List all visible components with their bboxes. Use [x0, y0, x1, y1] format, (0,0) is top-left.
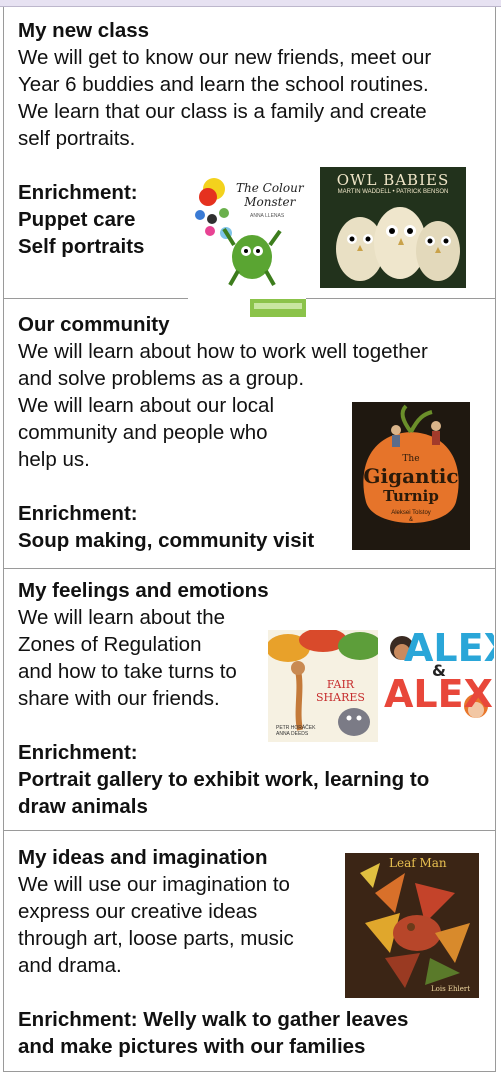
section-title: Our community: [18, 313, 170, 336]
enrichment-line: draw animals: [18, 795, 148, 818]
enrichment-line: Enrichment:: [18, 741, 138, 764]
description-line: We will get to know our new friends, mee…: [18, 46, 432, 69]
section-my-new-class: My new class We will get to know our new…: [3, 7, 496, 317]
book-title-line: FAIR: [326, 678, 355, 691]
fair-shares-book-cover: FAIR SHARES PETR HORÁČEK ANNA DEEDS: [268, 630, 378, 742]
description-line: and solve problems as a group.: [18, 367, 305, 390]
section-feelings-and-emotions: My feelings and emotions We will learn a…: [3, 569, 496, 831]
description-line: We learn that our class is a family and …: [18, 100, 427, 123]
book-author-line: &: [408, 517, 413, 523]
book-author: MARTIN WADDELL • PATRICK BENSON: [337, 189, 449, 195]
book-title-line: SHARES: [316, 691, 365, 704]
section-ideas-and-imagination: My ideas and imagination We will use our…: [3, 831, 496, 1072]
book-title-line: Turnip: [383, 487, 439, 505]
section-our-community: Our community We will learn about how to…: [3, 299, 496, 569]
book-title-line: Monster: [244, 195, 296, 209]
book-author-line: Aleksei Tolstoy: [391, 510, 431, 516]
book-title: OWL BABIES: [336, 171, 450, 189]
owl-babies-book-cover: OWL BABIES MARTIN WADDELL • PATRICK BENS…: [320, 167, 466, 288]
book-author: Lois Ehlert: [431, 985, 471, 993]
book-author-line: ANNA DEEDS: [276, 731, 309, 737]
section-title: My feelings and emotions: [18, 579, 269, 602]
section-title: My new class: [18, 19, 150, 42]
colour-monster-book-cover: The Colour Monster ANNA LLENAS: [188, 167, 306, 317]
table-header-strip: [0, 0, 501, 7]
enrichment-line: and make pictures with our families: [18, 1035, 366, 1058]
book-title-line: ALEX: [384, 672, 493, 716]
book-author: ANNA LLENAS: [250, 213, 285, 219]
leaf-man-book-cover: Leaf Man Lois Ehlert: [345, 853, 479, 998]
description-line: We will learn about the: [18, 606, 226, 629]
enrichment-line: Portrait gallery to exhibit work, learni…: [18, 768, 430, 791]
description-line: We will learn about how to work well tog…: [18, 340, 428, 363]
alex-and-alex-book-cover: ALEX & ALEX: [384, 630, 494, 740]
book-title-line: ALEX: [404, 630, 494, 670]
book-title-line: Gigantic: [363, 464, 459, 488]
book-title: Leaf Man: [389, 856, 447, 870]
book-author-line: Niamh Sharkey: [390, 524, 432, 530]
book-title-line: The Colour: [236, 181, 304, 195]
description-line: Year 6 buddies and learn the school rout…: [18, 73, 429, 96]
description-line: self portraits.: [18, 127, 136, 150]
curriculum-page: My new class We will get to know our new…: [0, 0, 501, 1075]
enrichment-line: Enrichment: Welly walk to gather leaves: [18, 1008, 409, 1031]
gigantic-turnip-book-cover: The Gigantic Turnip Aleksei Tolstoy & Ni…: [352, 402, 470, 550]
